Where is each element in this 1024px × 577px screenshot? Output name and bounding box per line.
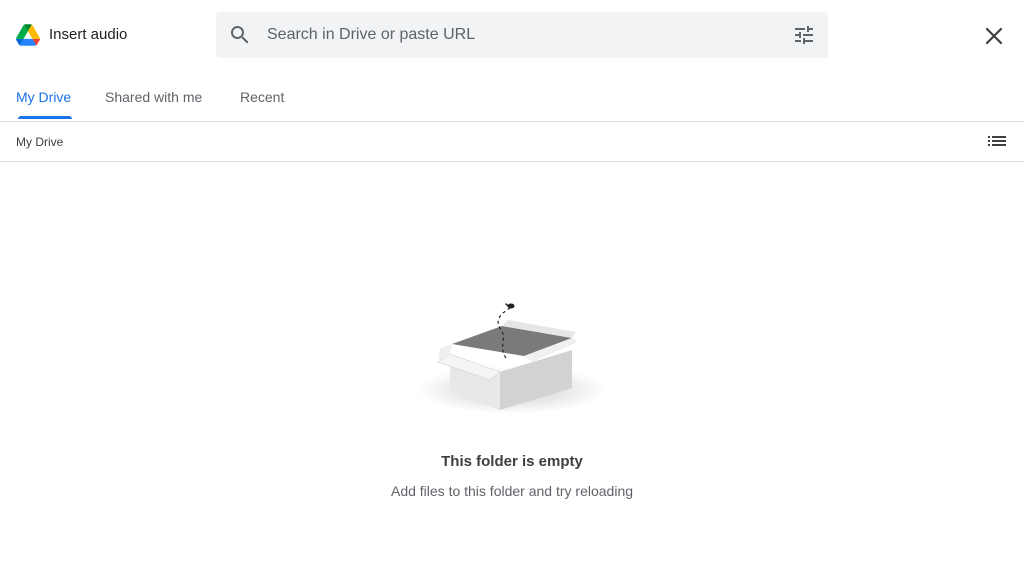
tab-shared-with-me[interactable]: Shared with me — [105, 88, 202, 106]
close-icon[interactable] — [979, 21, 1009, 51]
picker-header: Insert audio — [0, 0, 1024, 72]
empty-state-subtitle: Add files to this folder and try reloadi… — [390, 483, 634, 499]
breadcrumb-bar: My Drive — [0, 122, 1024, 162]
tab-bar: My Drive Shared with me Recent — [0, 72, 1024, 122]
app-title: Insert audio — [49, 26, 128, 43]
list-view-icon[interactable] — [985, 129, 1009, 153]
empty-state: This folder is empty Add files to this f… — [0, 162, 1024, 577]
search-input[interactable] — [267, 21, 767, 49]
active-tab-indicator — [18, 116, 72, 119]
google-drive-logo-icon — [16, 24, 40, 46]
search-bar[interactable] — [216, 12, 828, 58]
breadcrumb[interactable]: My Drive — [16, 135, 63, 149]
tune-icon[interactable] — [792, 23, 816, 47]
search-icon[interactable] — [228, 23, 252, 47]
empty-box-illustration-icon — [417, 303, 607, 414]
tab-my-drive[interactable]: My Drive — [16, 88, 71, 106]
empty-state-title: This folder is empty — [441, 453, 583, 470]
tab-recent[interactable]: Recent — [240, 88, 284, 106]
